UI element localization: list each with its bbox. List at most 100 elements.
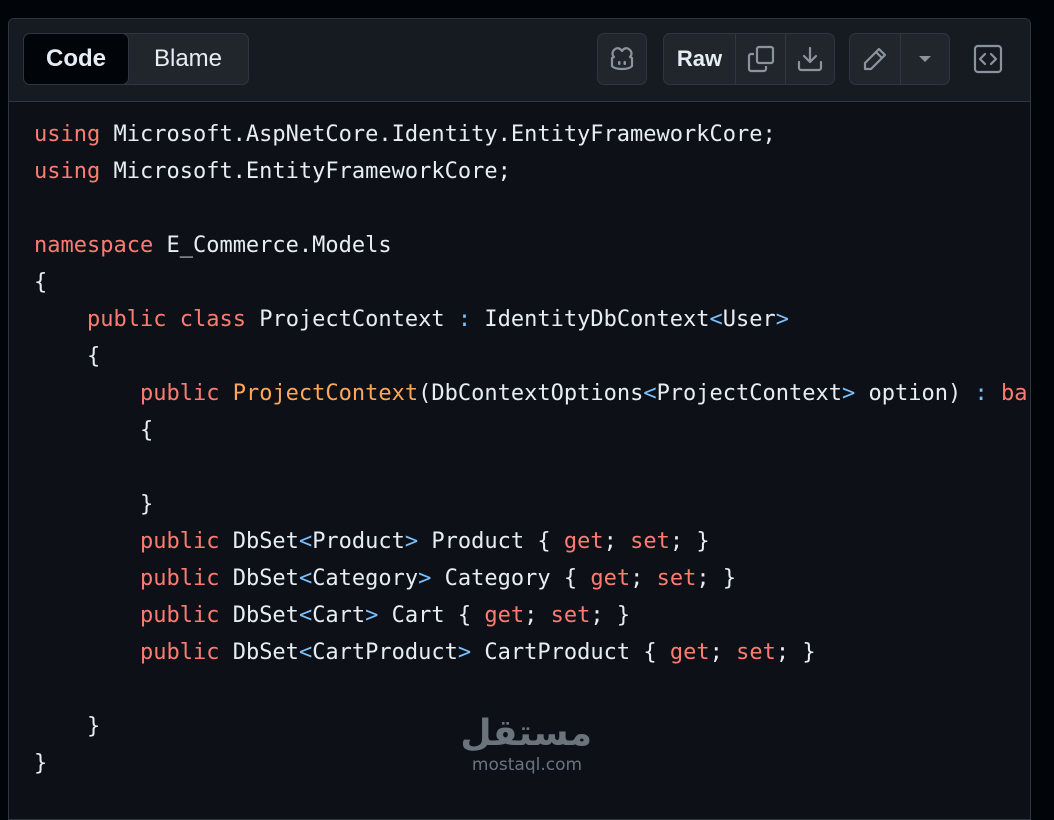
code-token: E_Commerce.Models — [153, 233, 392, 258]
code-line: using Microsoft.AspNetCore.Identity.Enti… — [34, 116, 1030, 153]
edit-button[interactable] — [850, 34, 901, 84]
code-token: ba — [1000, 381, 1028, 406]
code-line: namespace E_Commerce.Models — [34, 227, 1030, 264]
code-token: > — [775, 307, 790, 332]
blame-tab[interactable]: Blame — [128, 34, 248, 84]
edit-dropdown-button[interactable] — [901, 34, 949, 84]
code-token: > — [842, 381, 856, 406]
download-button[interactable] — [786, 34, 834, 84]
code-square-icon — [973, 44, 1003, 74]
file-toolbar: Code Blame Raw — [9, 19, 1030, 102]
code-token: } — [34, 751, 48, 776]
code-token: { — [34, 270, 48, 295]
code-token: Product — [312, 529, 405, 554]
mostaql-watermark: مستقل mostaql.com — [460, 712, 592, 775]
code-token: get — [484, 603, 525, 628]
code-token: > — [404, 529, 419, 554]
code-token: Microsoft.AspNetCore.Identity.EntityFram… — [100, 122, 776, 147]
code-token: get — [590, 566, 631, 591]
code-token: : — [974, 381, 988, 406]
code-line: } — [34, 486, 1030, 523]
code-token: Cart — [312, 603, 366, 628]
code-token: > — [457, 640, 472, 665]
view-mode-toggle: Code Blame — [23, 33, 249, 85]
code-line: public DbSet<Cart> Cart { get; set; } — [34, 597, 1030, 634]
edit-group — [849, 33, 950, 85]
copilot-icon — [608, 46, 636, 72]
code-token: < — [298, 566, 313, 591]
code-token: set — [630, 529, 670, 554]
code-token: namespace — [34, 233, 154, 258]
code-token: < — [643, 381, 657, 406]
copilot-button[interactable] — [597, 33, 647, 85]
code-token: < — [298, 529, 313, 554]
code-token: public — [139, 529, 220, 554]
triangle-down-icon — [917, 54, 933, 64]
code-token: < — [298, 640, 313, 665]
code-line: public DbSet<CartProduct> CartProduct { … — [34, 634, 1030, 671]
code-line: using Microsoft.EntityFrameworkCore; — [34, 153, 1030, 190]
code-token: using — [34, 122, 101, 147]
code-tab[interactable]: Code — [23, 33, 129, 85]
code-token: } — [34, 492, 154, 517]
code-token: > — [365, 603, 379, 628]
symbols-button[interactable] — [964, 33, 1012, 85]
code-token: { — [34, 344, 101, 369]
code-token: public — [139, 640, 220, 665]
raw-label: Raw — [676, 46, 723, 71]
code-token: Microsoft.EntityFrameworkCore; — [100, 159, 511, 184]
code-token: Category — [312, 566, 419, 591]
copy-icon — [747, 45, 775, 73]
code-token: ; } — [696, 566, 737, 591]
code-token: Product { — [418, 529, 564, 554]
code-token: ; } — [775, 640, 816, 665]
code-token: User — [722, 307, 776, 332]
code-token: public — [139, 381, 220, 406]
code-token: ProjectContext — [232, 381, 419, 406]
copy-button[interactable] — [736, 34, 786, 84]
code-token: option) — [855, 381, 975, 406]
code-token: IdentityDbContext — [471, 307, 710, 332]
code-token: < — [709, 307, 723, 332]
file-viewer: Code Blame Raw using Microsoft.AspNetCor… — [8, 18, 1031, 820]
code-token: ; — [630, 566, 657, 591]
code-token: (DbContextOptions — [418, 381, 644, 406]
code-line: public DbSet<Product> Product { get; set… — [34, 523, 1030, 560]
code-token: Cart { — [378, 603, 485, 628]
code-token: ; — [524, 603, 551, 628]
code-token: Category { — [431, 566, 591, 591]
code-token: using — [34, 159, 101, 184]
code-token: > — [418, 566, 432, 591]
code-token: < — [298, 603, 313, 628]
code-token: set — [736, 640, 776, 665]
code-token: ; } — [669, 529, 710, 554]
watermark-latin-text: mostaql.com — [471, 755, 583, 775]
code-line: { — [34, 264, 1030, 301]
code-token: ; } — [590, 603, 631, 628]
raw-button[interactable]: Raw — [664, 34, 736, 84]
download-icon — [796, 45, 824, 73]
code-token: public — [139, 566, 220, 591]
code-token: } — [34, 714, 101, 739]
pencil-icon — [861, 45, 889, 73]
code-token: get — [563, 529, 604, 554]
code-token: DbSet — [219, 640, 299, 665]
raw-copy-download-group: Raw — [663, 33, 835, 85]
code-token: { — [34, 418, 154, 443]
code-token: CartProduct — [312, 640, 458, 665]
code-token: ; — [709, 640, 737, 665]
code-token: set — [656, 566, 697, 591]
code-token: ProjectContext — [656, 381, 842, 406]
code-token: public — [86, 307, 167, 332]
code-token: CartProduct { — [471, 640, 670, 665]
code-line: public class ProjectContext : IdentityDb… — [34, 301, 1030, 338]
